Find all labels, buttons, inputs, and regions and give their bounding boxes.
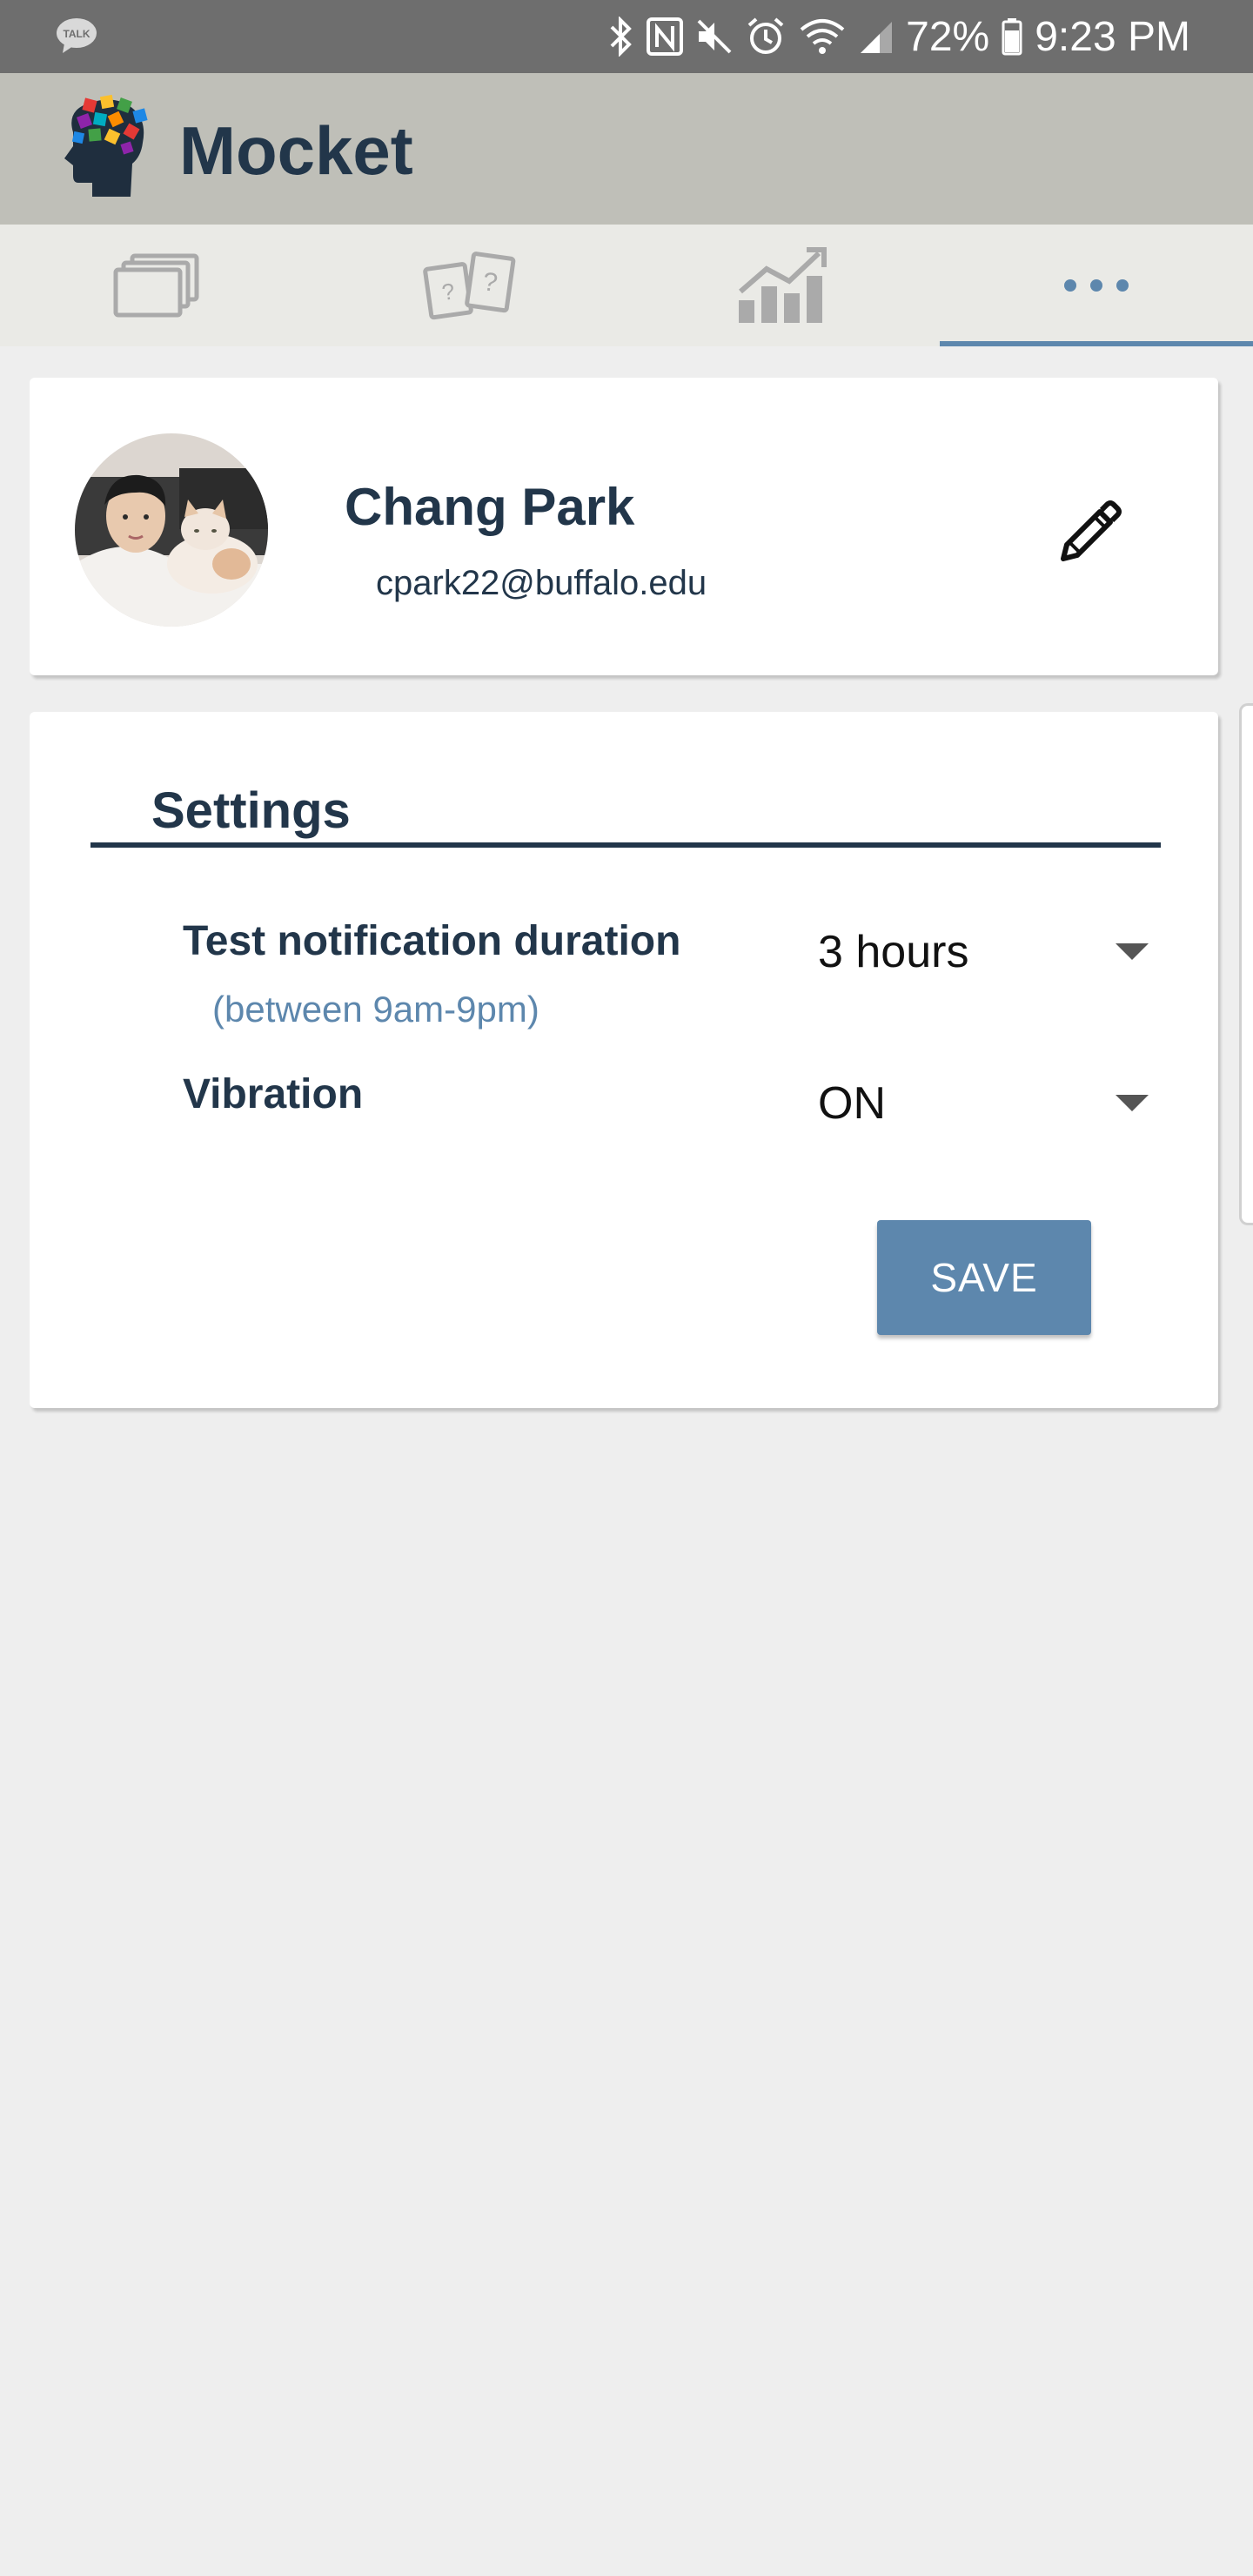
tab-cards[interactable]	[0, 225, 313, 346]
signal-icon	[861, 22, 893, 53]
tab-stats[interactable]	[626, 225, 940, 346]
tab-more[interactable]	[940, 225, 1253, 346]
vibration-select[interactable]: ON	[818, 1069, 1149, 1138]
settings-divider	[90, 842, 1161, 848]
talk-icon: TALK	[57, 18, 97, 53]
chart-icon	[739, 247, 827, 323]
save-button[interactable]: SAVE	[877, 1220, 1091, 1335]
vibration-value: ON	[818, 1078, 886, 1129]
pencil-icon	[1061, 500, 1122, 561]
notification-duration-hint: (between 9am-9pm)	[212, 989, 539, 1030]
profile-card: Chang Park cpark22@buffalo.edu	[30, 378, 1218, 675]
battery-percent: 72%	[906, 13, 990, 60]
status-icons: 72% 9:23 PM	[608, 0, 1190, 73]
profile-name: Chang Park	[345, 478, 635, 536]
svg-text:?: ?	[440, 278, 457, 305]
question-cards-icon: ? ?	[423, 252, 516, 320]
tab-quiz[interactable]: ? ?	[313, 225, 626, 346]
settings-card: Settings Test notification duration (bet…	[30, 712, 1218, 1408]
svg-text:TALK: TALK	[63, 28, 90, 40]
battery-icon	[1002, 18, 1022, 56]
settings-title: Settings	[151, 782, 351, 839]
mute-icon	[697, 19, 732, 54]
wifi-icon	[800, 19, 845, 54]
alarm-icon	[747, 17, 784, 54]
bluetooth-icon	[610, 17, 632, 57]
notification-duration-value: 3 hours	[818, 927, 969, 977]
app-logo	[64, 94, 148, 197]
active-tab-indicator	[940, 341, 1253, 346]
notification-duration-label: Test notification duration	[183, 918, 681, 964]
app-title: Mocket	[179, 112, 413, 189]
status-bar: TALK 72% 9:23 PM	[0, 0, 1253, 73]
vibration-label: Vibration	[183, 1071, 364, 1117]
nfc-icon	[647, 17, 684, 56]
clock: 9:23 PM	[1035, 13, 1190, 60]
edit-profile-button[interactable]	[1056, 496, 1126, 566]
chevron-down-icon	[1116, 943, 1149, 960]
notification-duration-select[interactable]: 3 hours	[818, 917, 1149, 987]
app-header: Mocket	[0, 73, 1253, 225]
side-panel-edge[interactable]	[1239, 703, 1253, 1225]
more-icon	[1064, 279, 1129, 292]
tab-bar: ? ?	[0, 225, 1253, 346]
chevron-down-icon	[1116, 1095, 1149, 1111]
avatar	[75, 433, 268, 627]
profile-email: cpark22@buffalo.edu	[376, 564, 707, 602]
cards-icon	[113, 253, 199, 318]
